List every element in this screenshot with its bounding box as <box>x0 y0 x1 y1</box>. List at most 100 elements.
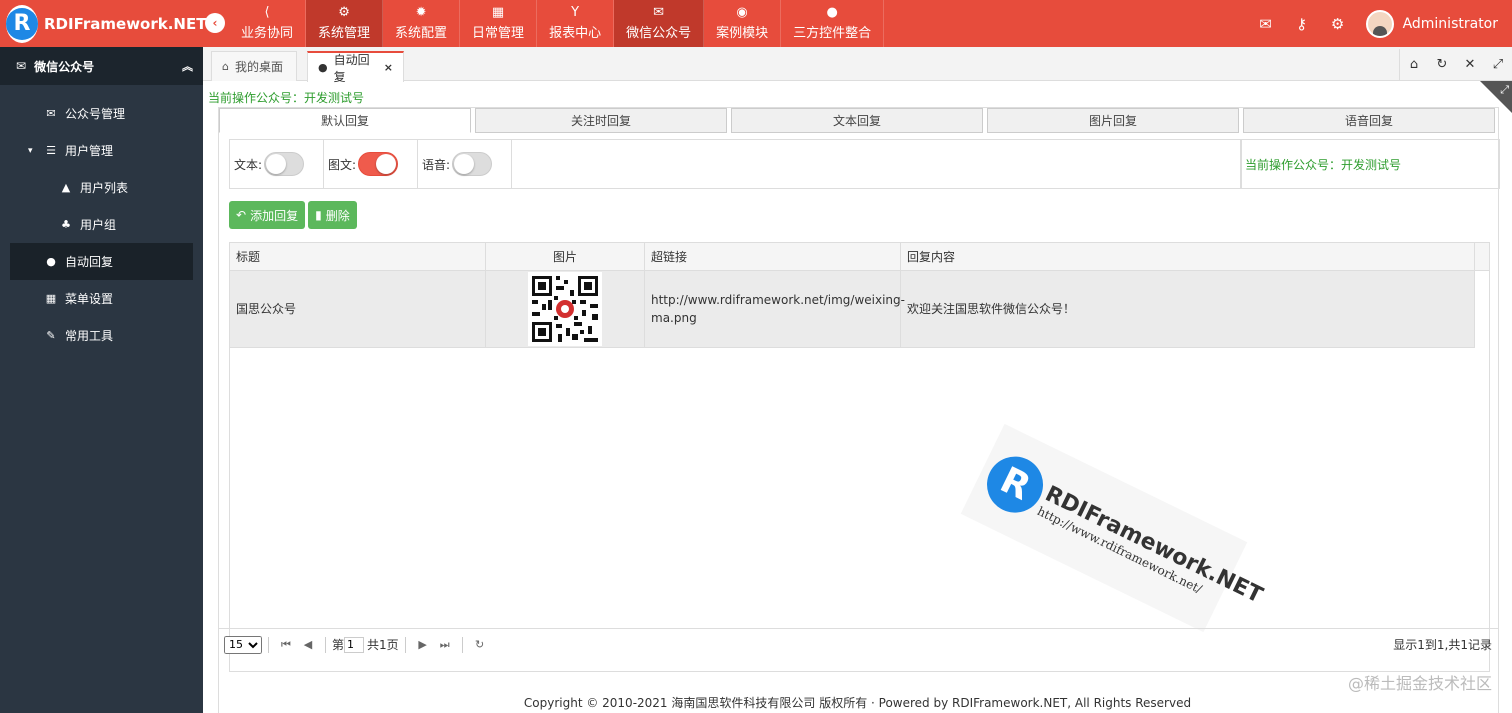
col-link[interactable]: 超链接 <box>645 243 901 270</box>
sidebar-item-3[interactable]: ♣ 用户组 <box>0 206 203 243</box>
app-logo[interactable]: R RDIFramework.NET <box>0 0 207 47</box>
subtab-4[interactable]: 语音回复 <box>1243 108 1495 133</box>
key-icon[interactable]: ⚷ <box>1284 15 1320 33</box>
nav-item-label: 三方控件整合 <box>793 26 872 41</box>
nav-item-2[interactable]: ✹ 系统配置 <box>383 0 461 47</box>
gears-icon: ⚙ <box>338 5 350 20</box>
page-number-input[interactable] <box>344 636 365 653</box>
sidebar-item-label: 菜单设置 <box>65 292 114 306</box>
subtab-2[interactable]: 文本回复 <box>731 108 983 133</box>
site-watermark: @稀土掘金技术社区 <box>1347 674 1492 693</box>
switch-spacer <box>512 140 1241 188</box>
sidebar-header[interactable]: ✉ 微信公众号 ︽ <box>0 47 203 85</box>
nav-item-label: 业务协同 <box>241 26 294 41</box>
nav-item-label: 系统管理 <box>318 26 371 41</box>
calendar-icon: ▦ <box>491 5 505 20</box>
settings-icon[interactable]: ⚙ <box>1320 15 1356 33</box>
top-navbar: R RDIFramework.NET ‹ ⟨ 业务协同 ⚙ 系统管理 ✹ 系统配置 ▦ 日常管… <box>0 0 1512 47</box>
col-image[interactable]: 图片 <box>486 243 645 270</box>
close-icon[interactable]: × <box>384 61 393 74</box>
page-tabbar: ⌂ 我的桌面 ● 自动回复 × ⌂ ↻ ✕ ⤢ <box>203 47 1512 84</box>
nav-item-label: 微信公众号 <box>626 26 692 41</box>
next-page-icon[interactable]: ▶ <box>412 638 434 651</box>
cell-link: http://www.rdiframework.net/img/weixing-… <box>645 271 905 347</box>
sidebar: ✉ 微信公众号 ︽ ✉ 公众号管理 ▾ ☰ 用户管理 ▲ 用户列表 ♣ 用户组 ● 自动回复 ▦ 菜单设… <box>0 47 203 713</box>
sidebar-item-label: 用户组 <box>80 218 117 232</box>
switch-voice-toggle[interactable] <box>452 152 493 176</box>
tab-auto-reply[interactable]: ● 自动回复 × <box>307 51 404 84</box>
menu-item-icon: ▲ <box>61 181 71 194</box>
menu-item-icon: ☰ <box>46 144 56 157</box>
avatar[interactable] <box>1365 9 1394 38</box>
nav-item-4[interactable]: Y 报表中心 <box>537 0 615 47</box>
expand-icon: ⤢ <box>1500 83 1509 96</box>
nav-item-7[interactable]: ● 三方控件整合 <box>781 0 885 47</box>
qr-code-image <box>528 272 602 346</box>
col-title[interactable]: 标题 <box>230 243 486 270</box>
sidebar-item-label: 公众号管理 <box>65 107 126 121</box>
chevron-up-icon[interactable]: ︽ <box>182 58 193 74</box>
grid-header: 标题 图片 超链接 回复内容 <box>230 243 1489 271</box>
cell-content: 欢迎关注国思软件微信公众号！ <box>901 271 1475 347</box>
trash-icon: ▮ <box>315 208 322 222</box>
delete-label: 删除 <box>325 208 350 223</box>
last-page-icon[interactable]: ⏭ <box>434 638 456 652</box>
gear-icon: ✹ <box>415 5 427 20</box>
reply-type-tabs: 默认回复 关注时回复 文本回复 图片回复 语音回复 <box>219 108 1500 134</box>
app-name: RDIFramework.NET <box>44 14 207 33</box>
eye-icon: ◉ <box>736 5 748 20</box>
nav-item-3[interactable]: ▦ 日常管理 <box>460 0 538 47</box>
reload-icon[interactable]: ↻ <box>469 638 491 651</box>
switch-news-toggle[interactable] <box>358 152 399 176</box>
nav-item-label: 报表中心 <box>549 26 602 41</box>
first-page-icon[interactable]: ⏮ <box>275 638 297 652</box>
sidebar-item-5[interactable]: ▦ 菜单设置 <box>0 280 203 317</box>
comment-icon: ● <box>318 61 328 74</box>
add-reply-button[interactable]: ↶ 添加回复 <box>229 201 306 229</box>
nav-item-1[interactable]: ⚙ 系统管理 <box>306 0 384 47</box>
collapse-sidebar-icon[interactable]: ‹ <box>205 13 225 33</box>
wechat-icon: ✉ <box>16 59 27 73</box>
sidebar-item-0[interactable]: ✉ 公众号管理 <box>0 95 203 132</box>
col-content[interactable]: 回复内容 <box>901 243 1475 270</box>
share-icon: ⟨ <box>264 5 270 20</box>
close-all-icon[interactable]: ✕ <box>1456 49 1484 80</box>
sidebar-item-1[interactable]: ▾ ☰ 用户管理 <box>0 132 203 169</box>
tab-desktop[interactable]: ⌂ 我的桌面 <box>211 51 297 81</box>
reply-icon: ↶ <box>236 208 247 222</box>
logo-badge: R <box>6 4 38 43</box>
subtab-1[interactable]: 关注时回复 <box>475 108 727 133</box>
sidebar-item-2[interactable]: ▲ 用户列表 <box>0 169 203 206</box>
refresh-icon[interactable]: ↻ <box>1428 49 1456 80</box>
nav-item-6[interactable]: ◉ 案例模块 <box>704 0 782 47</box>
main-area: ⌂ 我的桌面 ● 自动回复 × ⌂ ↻ ✕ ⤢ ⤢ 当前操作公众号：开发测试号 … <box>203 47 1512 713</box>
table-row[interactable]: 国思公众号 http://www.rdiframework.net/img/we… <box>230 271 1475 348</box>
wechat-icon: ✉ <box>653 5 665 20</box>
mail-icon[interactable]: ✉ <box>1248 15 1284 33</box>
subtab-3[interactable]: 图片回复 <box>987 108 1239 133</box>
sidebar-item-label: 用户管理 <box>65 144 114 158</box>
fullscreen-icon[interactable]: ⤢ <box>1484 49 1512 80</box>
username[interactable]: Administrator <box>1403 16 1498 32</box>
nav-item-5[interactable]: ✉ 微信公众号 <box>614 0 705 47</box>
prev-page-icon[interactable]: ◀ <box>297 638 319 651</box>
sidebar-item-label: 常用工具 <box>65 329 114 343</box>
sidebar-item-6[interactable]: ✎ 常用工具 <box>0 317 203 354</box>
switch-text-toggle[interactable] <box>264 152 305 176</box>
sidebar-item-4[interactable]: ● 自动回复 <box>10 243 193 280</box>
globe-icon: ● <box>826 5 838 20</box>
cell-title: 国思公众号 <box>230 271 486 347</box>
nav-item-0[interactable]: ⟨ 业务协同 <box>229 0 307 47</box>
top-right-tools: ✉ ⚷ ⚙ Administrator <box>1248 0 1498 47</box>
add-reply-label: 添加回复 <box>250 208 299 223</box>
delete-button[interactable]: ▮ 删除 <box>308 201 357 229</box>
switch-news-label: 图文: <box>328 157 357 172</box>
reply-grid: 标题 图片 超链接 回复内容 国思公众号 http://www.rdiframe… <box>229 242 1490 672</box>
home-icon[interactable]: ⌂ <box>1400 49 1428 80</box>
menu-item-icon: ♣ <box>61 218 71 231</box>
subtab-0[interactable]: 默认回复 <box>219 108 471 133</box>
page-size-select[interactable]: 15 <box>224 635 262 654</box>
caret-down-icon[interactable]: ▾ <box>28 146 33 156</box>
switch-account-label: 当前操作公众号：开发测试号 <box>1241 140 1499 188</box>
page-prefix: 第 <box>332 638 345 652</box>
